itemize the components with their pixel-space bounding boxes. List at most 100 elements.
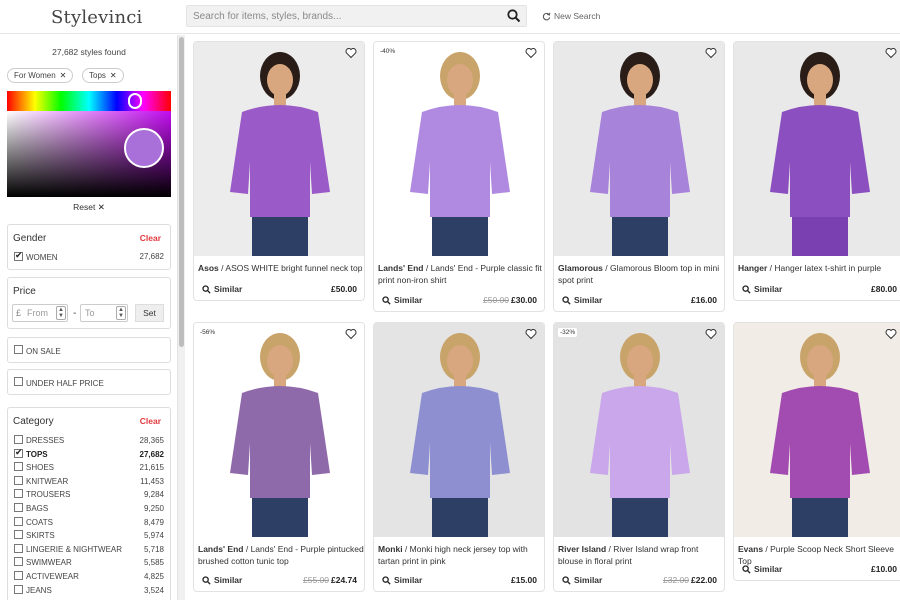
heart-icon[interactable] — [885, 328, 897, 340]
heart-icon[interactable] — [705, 328, 717, 340]
from-stepper[interactable]: ▲ ▼ — [56, 306, 66, 320]
category-checkbox[interactable] — [14, 435, 23, 444]
category-checkbox[interactable] — [14, 543, 23, 553]
product-image[interactable] — [194, 323, 364, 537]
product-title[interactable]: Asos / ASOS WHITE bright funnel neck top — [198, 262, 364, 274]
product-title[interactable]: Hanger / Hanger latex t-shirt in purple — [738, 262, 900, 274]
similar-button[interactable]: Similar — [562, 295, 602, 305]
reset-color-button[interactable]: Reset ✕ — [0, 202, 178, 213]
current-price: £80.00 — [871, 284, 897, 294]
similar-button[interactable]: Similar — [382, 575, 422, 585]
category-label[interactable]: KNITWEAR — [26, 477, 68, 486]
heart-icon[interactable] — [345, 328, 357, 340]
new-search-button[interactable]: New Search — [542, 11, 600, 21]
price-from-field[interactable]: £ From ▲ ▼ — [12, 304, 68, 322]
product-card[interactable]: Glamorous / Glamorous Bloom top in mini … — [553, 41, 725, 312]
under-half-price-checkbox[interactable] — [14, 377, 23, 386]
product-card[interactable]: -56% Lands' End / Lands' End - Purple pin… — [193, 322, 365, 592]
chip-label: For Women — [14, 71, 56, 80]
category-checkbox[interactable] — [14, 571, 23, 580]
category-checkbox[interactable] — [14, 557, 23, 567]
color-picker[interactable] — [7, 91, 171, 197]
category-label[interactable]: LINGERIE & NIGHTWEAR — [26, 545, 122, 554]
category-label[interactable]: DRESSES — [26, 436, 64, 445]
heart-icon[interactable] — [345, 47, 357, 59]
gender-clear-button[interactable]: Clear — [140, 233, 161, 243]
product-price: £15.00 — [511, 575, 537, 585]
similar-button[interactable]: Similar — [742, 564, 782, 574]
product-image[interactable] — [374, 42, 544, 256]
similar-button[interactable]: Similar — [202, 575, 242, 585]
search-icon — [202, 284, 211, 294]
category-label[interactable]: JEANS — [26, 586, 52, 595]
product-card[interactable]: -40% Lands' End / Lands' End - Purple cla… — [373, 41, 545, 312]
category-checkbox[interactable] — [14, 530, 23, 540]
search-icon[interactable] — [506, 8, 522, 24]
product-card[interactable]: Monki / Monki high neck jersey top with … — [373, 322, 545, 592]
product-card[interactable]: Asos / ASOS WHITE bright funnel neck top… — [193, 41, 365, 301]
product-image[interactable] — [554, 42, 724, 256]
set-price-button[interactable]: Set — [135, 304, 164, 322]
category-checkbox[interactable] — [14, 462, 23, 472]
product-title[interactable]: Lands' End / Lands' End - Purple pintuck… — [198, 543, 364, 567]
category-label[interactable]: ACTIVEWEAR — [26, 572, 79, 581]
category-clear-button[interactable]: Clear — [140, 416, 161, 426]
category-label[interactable]: COATS — [26, 518, 53, 527]
on-sale-checkbox[interactable] — [14, 345, 23, 354]
category-label[interactable]: BAGS — [26, 504, 48, 513]
heart-icon[interactable] — [525, 47, 537, 59]
to-stepper[interactable]: ▲ ▼ — [116, 306, 126, 320]
filter-chip-women[interactable]: For Women ✕ — [7, 68, 74, 83]
close-icon[interactable]: ✕ — [60, 71, 67, 80]
product-card[interactable]: -32% River Island / River Island wrap fro… — [553, 322, 725, 592]
product-image[interactable] — [734, 323, 900, 537]
category-label[interactable]: SHOES — [26, 463, 54, 472]
product-title[interactable]: Monki / Monki high neck jersey top with … — [378, 543, 544, 567]
search-icon — [562, 295, 571, 305]
sidebar-scrollbar[interactable] — [177, 35, 185, 600]
product-title[interactable]: River Island / River Island wrap front b… — [558, 543, 724, 567]
heart-icon[interactable] — [525, 328, 537, 340]
logo[interactable]: Stylevinci — [51, 7, 143, 28]
category-label[interactable]: SWIMWEAR — [26, 558, 72, 567]
product-title[interactable]: Glamorous / Glamorous Bloom top in mini … — [558, 262, 724, 286]
category-label[interactable]: TOPS — [26, 450, 48, 459]
search-icon — [382, 295, 391, 305]
category-checkbox[interactable] — [14, 447, 23, 458]
similar-button[interactable]: Similar — [382, 295, 422, 305]
category-title: Category — [13, 416, 54, 427]
category-checkbox[interactable] — [14, 584, 23, 594]
hue-slider[interactable] — [7, 91, 171, 111]
product-price: £50.00 — [331, 284, 357, 294]
scrollbar-thumb[interactable] — [179, 37, 184, 347]
filter-chip-tops[interactable]: Tops ✕ — [82, 68, 124, 83]
hue-handle[interactable] — [128, 93, 142, 109]
category-checkbox[interactable] — [14, 516, 23, 526]
women-checkbox[interactable] — [14, 250, 23, 261]
search-input[interactable] — [187, 6, 497, 26]
category-label[interactable]: TROUSERS — [26, 490, 70, 499]
close-icon[interactable]: ✕ — [110, 71, 117, 80]
product-card[interactable]: Hanger / Hanger latex t-shirt in purple S… — [733, 41, 900, 301]
product-card[interactable]: Evans / Purple Scoop Neck Short Sleeve T… — [733, 322, 900, 581]
similar-button[interactable]: Similar — [202, 284, 242, 294]
under-half-price-panel[interactable]: UNDER HALF PRICE — [7, 369, 171, 395]
product-image[interactable] — [554, 323, 724, 537]
category-checkbox[interactable] — [14, 503, 23, 512]
refresh-icon — [542, 12, 551, 20]
similar-button[interactable]: Similar — [742, 284, 782, 294]
similar-button[interactable]: Similar — [562, 575, 602, 585]
product-image[interactable] — [194, 42, 364, 256]
heart-icon[interactable] — [705, 47, 717, 59]
category-checkbox[interactable] — [14, 489, 23, 499]
on-sale-panel[interactable]: ON SALE — [7, 337, 171, 363]
category-checkbox[interactable] — [14, 475, 23, 485]
product-image[interactable] — [374, 323, 544, 537]
product-title[interactable]: Lands' End / Lands' End - Purple classic… — [378, 262, 544, 286]
color-selector-handle[interactable] — [124, 128, 164, 168]
model-figure — [590, 333, 690, 537]
category-label[interactable]: SKIRTS — [26, 531, 55, 540]
product-image[interactable] — [734, 42, 900, 256]
heart-icon[interactable] — [885, 47, 897, 59]
price-to-field[interactable]: To ▲ ▼ — [80, 304, 128, 322]
